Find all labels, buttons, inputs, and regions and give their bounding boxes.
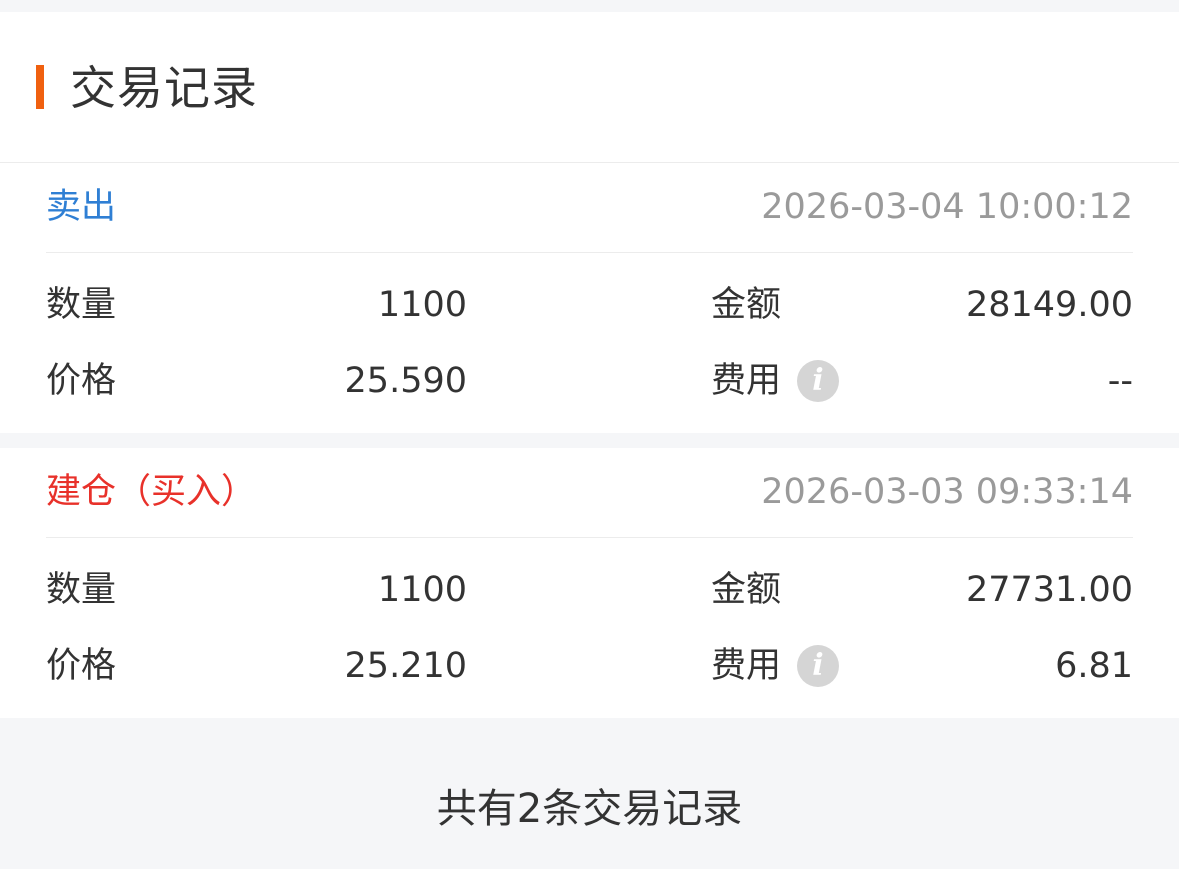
quantity-label: 数量 [46, 570, 117, 610]
price-value: 25.590 [344, 361, 467, 401]
trade-record-card: 卖出 2026-03-04 10:00:12 数量 1100 金额 28149.… [0, 163, 1179, 433]
amount-label: 金额 [711, 570, 782, 610]
price-value: 25.210 [344, 646, 467, 686]
divider [46, 252, 1133, 253]
divider [46, 537, 1133, 538]
amount-label: 金额 [711, 285, 782, 325]
quantity-value: 1100 [377, 285, 467, 325]
trade-records-page: 交易记录 卖出 2026-03-04 10:00:12 数量 1100 金额 2… [0, 0, 1179, 869]
trade-type: 建仓（买入） [46, 472, 257, 512]
fee-value: 6.81 [1055, 646, 1133, 686]
trade-time: 2026-03-04 10:00:12 [761, 187, 1133, 227]
fee-info-icon[interactable]: i [797, 360, 839, 402]
fee-label: 费用 [711, 361, 782, 401]
fee-label: 费用 [711, 646, 782, 686]
fee-value: -- [1107, 361, 1133, 401]
trade-type: 卖出 [46, 187, 117, 227]
amount-value: 28149.00 [965, 285, 1133, 325]
quantity-label: 数量 [46, 285, 117, 325]
price-label: 价格 [46, 361, 117, 401]
fee-info-icon[interactable]: i [797, 645, 839, 687]
trade-record-card: 建仓（买入） 2026-03-03 09:33:14 数量 1100 金额 27… [0, 448, 1179, 718]
quantity-value: 1100 [377, 570, 467, 610]
amount-value: 27731.00 [965, 570, 1133, 610]
page-header: 交易记录 [0, 12, 1179, 163]
price-label: 价格 [46, 646, 117, 686]
title-accent-bar [36, 65, 44, 109]
page-footer: 共有2条交易记录 [0, 718, 1179, 869]
trade-time: 2026-03-03 09:33:14 [761, 472, 1133, 512]
record-count-summary: 共有2条交易记录 [436, 786, 743, 832]
page-title: 交易记录 [70, 61, 258, 115]
